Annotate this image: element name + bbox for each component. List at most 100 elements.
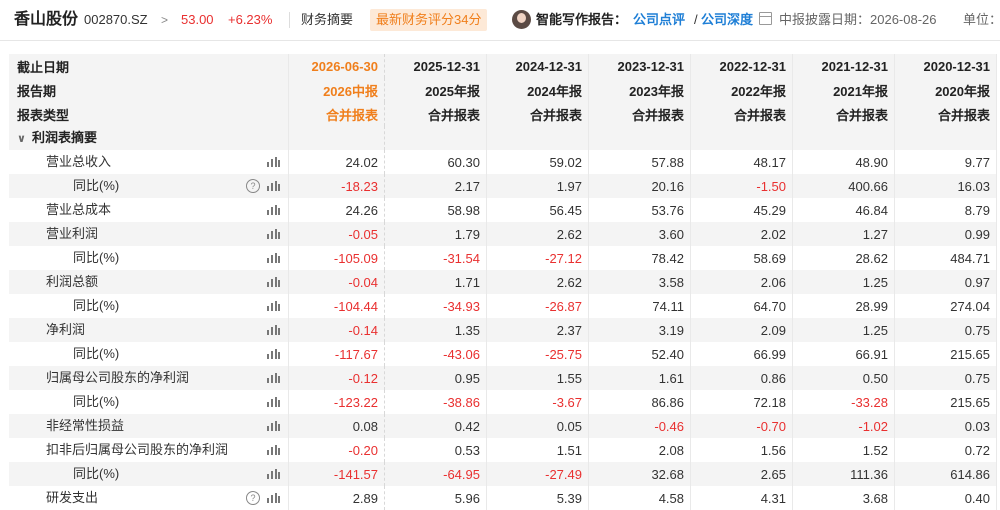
- value-cell: 20.16: [588, 174, 691, 198]
- row-label: 非经常性损益: [46, 418, 125, 433]
- value-cell: -0.12: [288, 366, 385, 390]
- section-empty-cell: [690, 126, 793, 150]
- row-label-cell: 同比(%): [9, 342, 289, 366]
- table-row: 同比(%) -141.57 -64.95 -27.49 32.68 2.65 111.36 6…: [9, 462, 997, 486]
- value-cell: 3.60: [588, 222, 691, 246]
- bar-chart-icon[interactable]: [267, 277, 280, 287]
- bar-chart-icon[interactable]: [267, 397, 280, 407]
- bar-chart-icon[interactable]: [267, 421, 280, 431]
- bar-chart-icon[interactable]: [267, 301, 280, 311]
- row-label: 归属母公司股东的净利润: [46, 370, 190, 385]
- row-label: 同比(%): [73, 466, 120, 481]
- header-cell: 合并报表: [588, 102, 691, 126]
- table-row: 非经常性损益 0.08 0.42 0.05 -0.46 -0.70 -1.02 0.03: [9, 414, 997, 438]
- row-label-cell: 同比(%): [9, 390, 289, 414]
- section-label: 利润表摘要: [31, 130, 97, 145]
- row-label-cell: 研发支出?: [9, 486, 289, 510]
- value-cell: 5.96: [384, 486, 487, 510]
- value-cell: 48.90: [792, 150, 895, 174]
- company-depth-link[interactable]: 公司深度: [701, 0, 753, 40]
- table-row: 研发支出? 2.89 5.96 5.39 4.58 4.31 3.68 0.40: [9, 486, 997, 510]
- value-cell: 111.36: [792, 462, 895, 486]
- table-row: 同比(%)? -18.23 2.17 1.97 20.16 -1.50 400.66 16.0…: [9, 174, 997, 198]
- table-row: 同比(%) -117.67 -43.06 -25.75 52.40 66.99 66.91 2…: [9, 342, 997, 366]
- bar-chart-icon[interactable]: [267, 373, 280, 383]
- value-cell: 1.52: [792, 438, 895, 462]
- row-label-cell: 同比(%): [9, 462, 289, 486]
- bar-chart-icon[interactable]: [267, 349, 280, 359]
- value-cell: 5.39: [486, 486, 589, 510]
- value-cell: 58.69: [690, 246, 793, 270]
- header-cell: 2026中报: [288, 78, 385, 102]
- bar-chart-icon[interactable]: [267, 325, 280, 335]
- header-cell: 合并报表: [894, 102, 997, 126]
- chevron-down-icon[interactable]: ∨: [17, 127, 26, 151]
- value-cell: -117.67: [288, 342, 385, 366]
- bar-chart-icon[interactable]: [267, 205, 280, 215]
- value-cell: -0.70: [690, 414, 793, 438]
- row-label: 营业总成本: [46, 202, 112, 217]
- value-cell: 45.29: [690, 198, 793, 222]
- help-icon[interactable]: ?: [246, 179, 260, 193]
- value-cell: 614.86: [894, 462, 997, 486]
- header-cell: 2026-06-30: [288, 54, 385, 78]
- value-cell: 2.62: [486, 270, 589, 294]
- section-empty-cell: [894, 126, 997, 150]
- value-cell: 86.86: [588, 390, 691, 414]
- value-cell: 64.70: [690, 294, 793, 318]
- value-cell: -0.14: [288, 318, 385, 342]
- value-cell: 2.02: [690, 222, 793, 246]
- bar-chart-icon[interactable]: [267, 445, 280, 455]
- value-cell: -27.49: [486, 462, 589, 486]
- header-row: 截止日期 2026-06-30 2025-12-31 2024-12-31 2023-1…: [9, 54, 997, 78]
- bar-chart-icon[interactable]: [267, 493, 280, 503]
- bar-chart-icon[interactable]: [267, 469, 280, 479]
- section-header[interactable]: ∨ 利润表摘要: [9, 126, 289, 150]
- bar-chart-icon[interactable]: [267, 229, 280, 239]
- row-label: 利润总额: [46, 274, 99, 289]
- section-empty-cell: [486, 126, 589, 150]
- section-empty-cell: [792, 126, 895, 150]
- value-cell: 0.97: [894, 270, 997, 294]
- value-cell: -1.02: [792, 414, 895, 438]
- section-row[interactable]: ∨ 利润表摘要: [9, 126, 997, 150]
- calendar-icon[interactable]: [759, 12, 772, 25]
- row-label: 同比(%): [73, 298, 120, 313]
- link-separator: /: [694, 12, 698, 27]
- top-bar: 香山股份 002870.SZ > 53.00 +6.23% 财务摘要 最新财务评…: [0, 0, 1000, 41]
- value-cell: 1.25: [792, 270, 895, 294]
- value-cell: -33.28: [792, 390, 895, 414]
- value-cell: 66.91: [792, 342, 895, 366]
- row-label: 同比(%): [73, 250, 120, 265]
- value-cell: 9.77: [894, 150, 997, 174]
- value-cell: 0.40: [894, 486, 997, 510]
- value-cell: 0.03: [894, 414, 997, 438]
- bar-chart-icon[interactable]: [267, 181, 280, 191]
- stock-name: 香山股份: [14, 11, 79, 28]
- bar-chart-icon[interactable]: [267, 157, 280, 167]
- bar-chart-icon[interactable]: [267, 253, 280, 263]
- value-cell: 0.53: [384, 438, 487, 462]
- help-icon[interactable]: ?: [246, 491, 260, 505]
- row-label-cell: 利润总额: [9, 270, 289, 294]
- stock-switch-chevron-icon[interactable]: >: [161, 0, 168, 40]
- value-cell: -0.46: [588, 414, 691, 438]
- value-cell: -34.93: [384, 294, 487, 318]
- row-label-cell: 同比(%)?: [9, 174, 289, 198]
- value-cell: 0.50: [792, 366, 895, 390]
- value-cell: 0.86: [690, 366, 793, 390]
- row-label-cell: 营业利润: [9, 222, 289, 246]
- value-cell: 2.62: [486, 222, 589, 246]
- tab-financial-summary[interactable]: 财务摘要: [301, 0, 353, 40]
- value-cell: 0.72: [894, 438, 997, 462]
- value-cell: 1.25: [792, 318, 895, 342]
- company-review-link[interactable]: 公司点评: [633, 0, 685, 40]
- row-label: 营业利润: [46, 226, 99, 241]
- value-cell: 78.42: [588, 246, 691, 270]
- row-label: 同比(%): [73, 394, 120, 409]
- value-cell: -0.05: [288, 222, 385, 246]
- ai-report-label: 智能写作报告：: [536, 12, 628, 27]
- row-label: 研发支出: [46, 490, 99, 505]
- value-cell: 274.04: [894, 294, 997, 318]
- financial-score-badge[interactable]: 最新财务评分34分: [370, 9, 488, 31]
